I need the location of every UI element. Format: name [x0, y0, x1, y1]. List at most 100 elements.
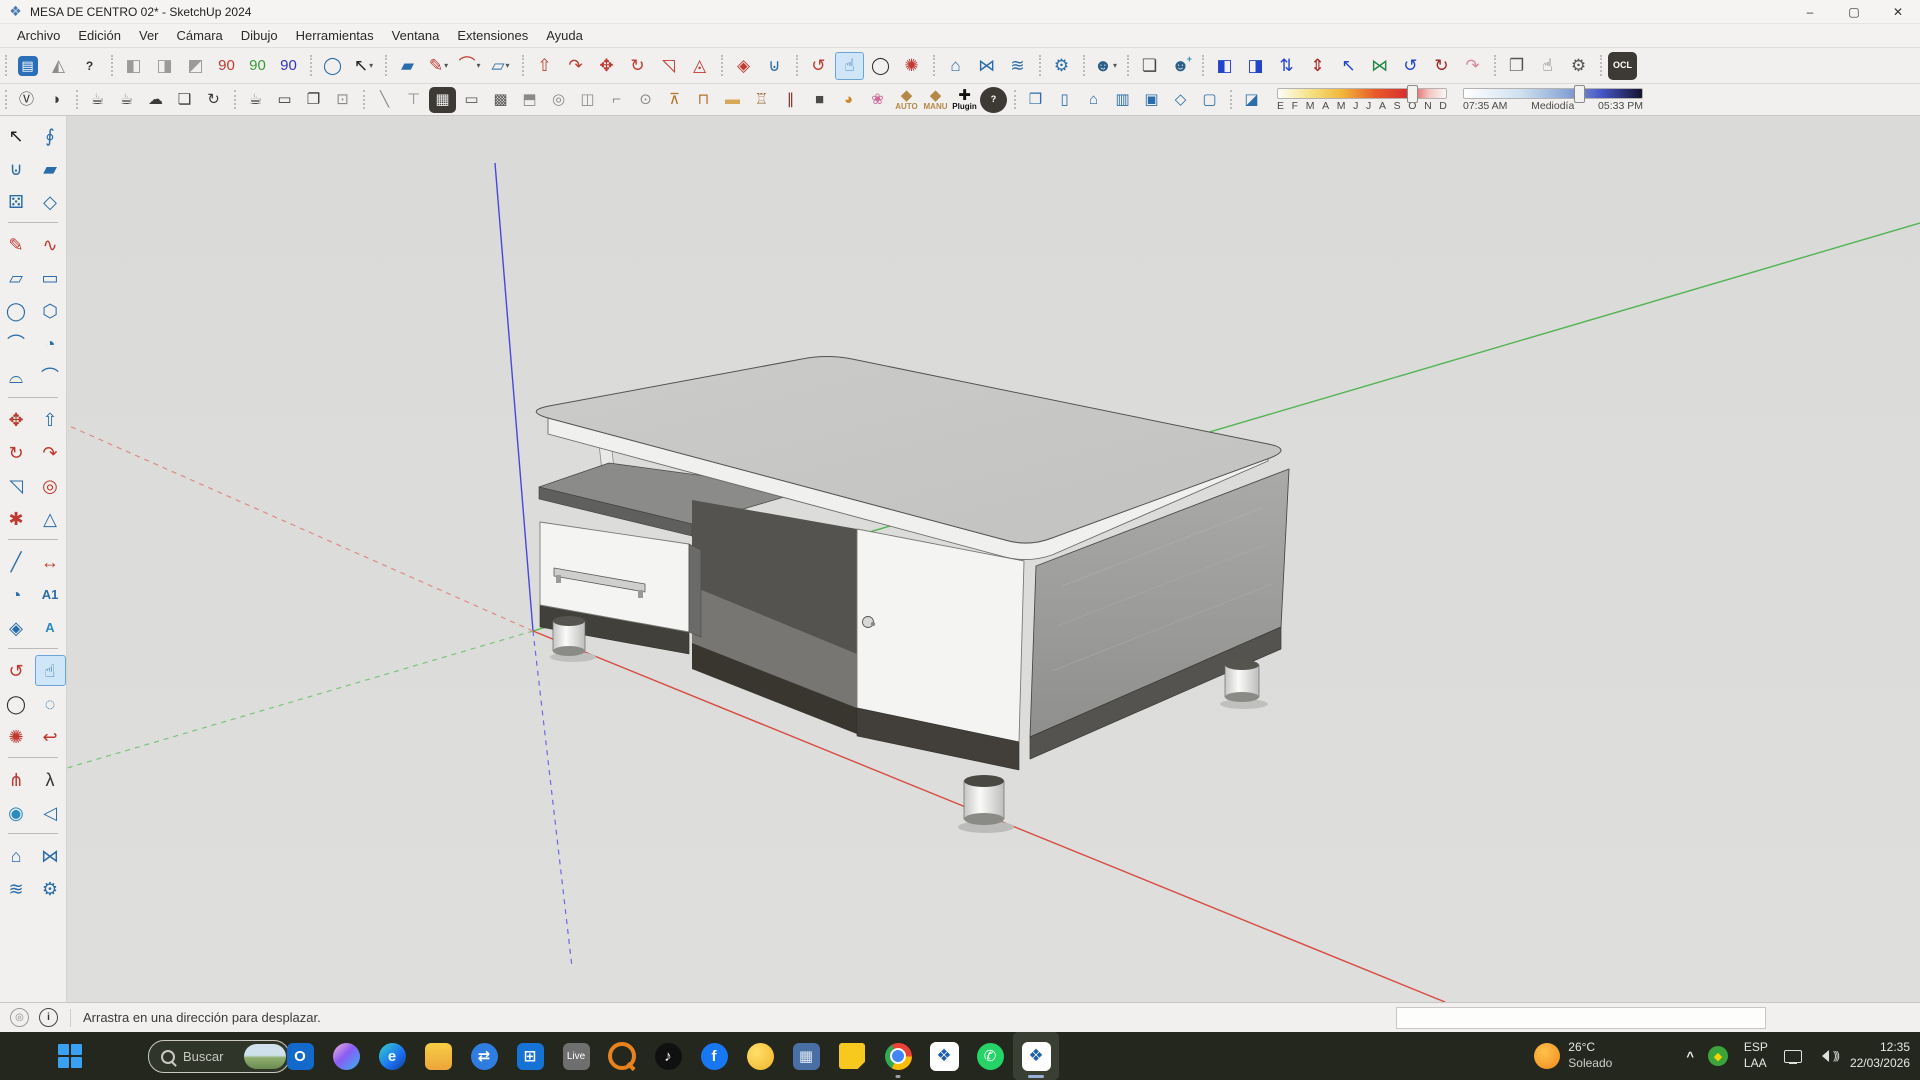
plugin-raise-lower-icon[interactable]: ⇅ — [1272, 52, 1301, 80]
shadow-date-slider[interactable]: EFMAMJJASOND — [1277, 88, 1447, 112]
scenes-pages-icon[interactable]: ❐ — [1502, 52, 1531, 80]
pan-tool-icon[interactable]: ☝ — [35, 655, 66, 686]
speaker-icon[interactable] — [1816, 1050, 1829, 1062]
paint-bucket-icon[interactable]: ⊍ — [1, 153, 32, 184]
outlet-component-icon[interactable]: ⊙ — [632, 87, 659, 113]
angle-red-indicator[interactable]: 90 — [212, 52, 241, 80]
pushpull-tool-icon[interactable]: ⇧ — [530, 52, 559, 80]
module-shape-icon[interactable]: ◇ — [1167, 87, 1194, 113]
faucet-component-icon[interactable]: ⌐ — [603, 87, 630, 113]
plugin-add-icon[interactable]: ✚Plugin — [951, 87, 978, 113]
plugin-rotate-cw-icon[interactable]: ↻ — [1427, 52, 1456, 80]
vray-render-icon[interactable]: ☕ — [84, 87, 111, 113]
offset-tool-icon[interactable]: ◬ — [685, 52, 714, 80]
walk-tool-icon[interactable]: λ — [35, 764, 66, 795]
shadow-date-slider-track[interactable] — [1277, 88, 1447, 99]
two-point-arc-icon[interactable]: ⌓ — [1, 361, 32, 392]
move-tool-icon[interactable]: ✥ — [1, 404, 32, 435]
plugin-mirror-icon[interactable]: ⋈ — [1365, 52, 1394, 80]
dimensions-icon[interactable]: ↔ — [35, 546, 66, 577]
axes-tool-icon[interactable]: ✱ — [1, 503, 32, 534]
line-tool-icon[interactable]: ✎▾ — [424, 52, 453, 80]
arc-tool-icon[interactable]: ⌒ — [1, 328, 32, 359]
kitchen-help-icon[interactable]: ? — [980, 87, 1007, 113]
zoom-selection-icon[interactable]: ✺ — [897, 52, 926, 80]
tiles-component-icon[interactable]: ◫ — [574, 87, 601, 113]
menu-item-edicion[interactable]: Edición — [69, 26, 130, 45]
start-button[interactable] — [58, 1044, 82, 1068]
slider-thumb[interactable] — [1574, 85, 1585, 103]
manual-mode-icon[interactable]: ◆MANU — [922, 87, 949, 113]
menu-item-archivo[interactable]: Archivo — [8, 26, 69, 45]
3d-warehouse-icon[interactable]: ⌂ — [1, 840, 32, 871]
followme-tool-icon[interactable]: ↷ — [561, 52, 590, 80]
dropdown-caret-icon[interactable]: ▾ — [506, 61, 510, 70]
scale-tool-icon[interactable]: ◹ — [1, 470, 32, 501]
dropdown-caret-icon[interactable]: ▾ — [444, 61, 448, 70]
pushpull-tool-icon[interactable]: ⇧ — [35, 404, 66, 435]
plugin-move-vertex-icon[interactable]: ↖ — [1334, 52, 1363, 80]
plugin-rotate-ccw-icon[interactable]: ↺ — [1396, 52, 1425, 80]
select-tool-icon[interactable]: ↖ — [1, 120, 32, 151]
flip-along-icon[interactable]: ⋈ — [35, 840, 66, 871]
edge-taskbar-button[interactable]: e — [369, 1032, 415, 1080]
dropdown-caret-icon[interactable]: ▾ — [369, 61, 373, 70]
menu-item-dibujo[interactable]: Dibujo — [232, 26, 287, 45]
fruit-bowl-icon[interactable]: ◕ — [835, 87, 862, 113]
freehand-tool-icon[interactable]: ∿ — [35, 229, 66, 260]
solid-tools-icon[interactable]: △ — [35, 503, 66, 534]
language-indicator[interactable]: ESP LAA — [1744, 1040, 1768, 1071]
opencutlist-icon[interactable]: OCL — [1608, 52, 1637, 80]
info-icon[interactable]: i — [39, 1008, 58, 1027]
plugin-split-face-icon[interactable]: ◨ — [1241, 52, 1270, 80]
menu-item-ver[interactable]: Ver — [130, 26, 168, 45]
mallet-tool-icon[interactable]: ⊤ — [400, 87, 427, 113]
flip-settings-icon[interactable]: ⚙ — [35, 873, 66, 904]
tape-measure-icon[interactable]: ╱ — [1, 546, 32, 577]
copilot-taskbar-button[interactable] — [323, 1032, 369, 1080]
rotated-rectangle-icon[interactable]: ▭ — [35, 262, 66, 293]
polygon-tool-icon[interactable]: ⬡ — [35, 295, 66, 326]
arc-tool-icon[interactable]: ⌒▾ — [455, 52, 484, 80]
3d-text-icon[interactable]: A — [35, 612, 66, 643]
flip-along-icon[interactable]: ⋈ — [972, 52, 1001, 80]
lasso-select-icon[interactable]: ∮ — [35, 120, 66, 151]
sink-component-icon[interactable]: ◎ — [545, 87, 572, 113]
orbit-tool-icon[interactable]: ↺ — [1, 655, 32, 686]
live-taskbar-button[interactable]: Live — [553, 1032, 599, 1080]
top-view-icon[interactable]: ◩ — [181, 52, 210, 80]
vray-interactive-render-icon[interactable]: ☕ — [113, 87, 140, 113]
hood-component-icon[interactable]: ⬒ — [516, 87, 543, 113]
scale-tool-icon[interactable]: ◹ — [654, 52, 683, 80]
workbench-component-icon[interactable]: ⊼ — [661, 87, 688, 113]
media-convert-taskbar-button[interactable]: ⇄ — [461, 1032, 507, 1080]
orbit-tool-icon[interactable]: ↺ — [804, 52, 833, 80]
move-tool-icon[interactable]: ✥ — [592, 52, 621, 80]
tiktok-taskbar-button[interactable]: ♪ — [645, 1032, 691, 1080]
section-plane-icon[interactable]: ◈ — [1, 612, 32, 643]
facebook-taskbar-button[interactable]: f — [691, 1032, 737, 1080]
module-panel-icon[interactable]: ▢ — [1196, 87, 1223, 113]
three-point-arc-icon[interactable]: ⌒ — [35, 361, 66, 392]
network-icon[interactable] — [1784, 1050, 1802, 1063]
zoom-window-icon[interactable]: ◌ — [35, 688, 66, 719]
vray-batch-render-icon[interactable]: ❐ — [300, 87, 327, 113]
explorer-taskbar-button[interactable] — [415, 1032, 461, 1080]
layers-panel-icon[interactable]: ≋ — [1003, 52, 1032, 80]
zoom-viewport-icon[interactable]: ◯ — [866, 52, 895, 80]
oven-component-icon[interactable]: ▦ — [429, 87, 456, 113]
menu-item-ayuda[interactable]: Ayuda — [537, 26, 592, 45]
viewport-canvas[interactable] — [67, 116, 1920, 1002]
styles-template-icon[interactable]: ▤ — [13, 52, 42, 80]
table-component-icon[interactable]: ⊓ — [690, 87, 717, 113]
offset-tool-icon[interactable]: ◎ — [35, 470, 66, 501]
line-tool-icon[interactable]: ✎ — [1, 229, 32, 260]
paint-bucket-icon[interactable]: ⊍ — [760, 52, 789, 80]
outliner-person-icon[interactable]: ☻▾ — [1091, 52, 1120, 80]
plugin-push-face-icon[interactable]: ◧ — [1210, 52, 1239, 80]
iso-view-icon[interactable]: ◭ — [44, 52, 73, 80]
menu-item-extensiones[interactable]: Extensiones — [448, 26, 537, 45]
vray-scene-render-icon[interactable]: ☕ — [242, 87, 269, 113]
dropdown-caret-icon[interactable]: ▾ — [476, 61, 480, 70]
look-around-icon[interactable]: ◉ — [1, 797, 32, 828]
